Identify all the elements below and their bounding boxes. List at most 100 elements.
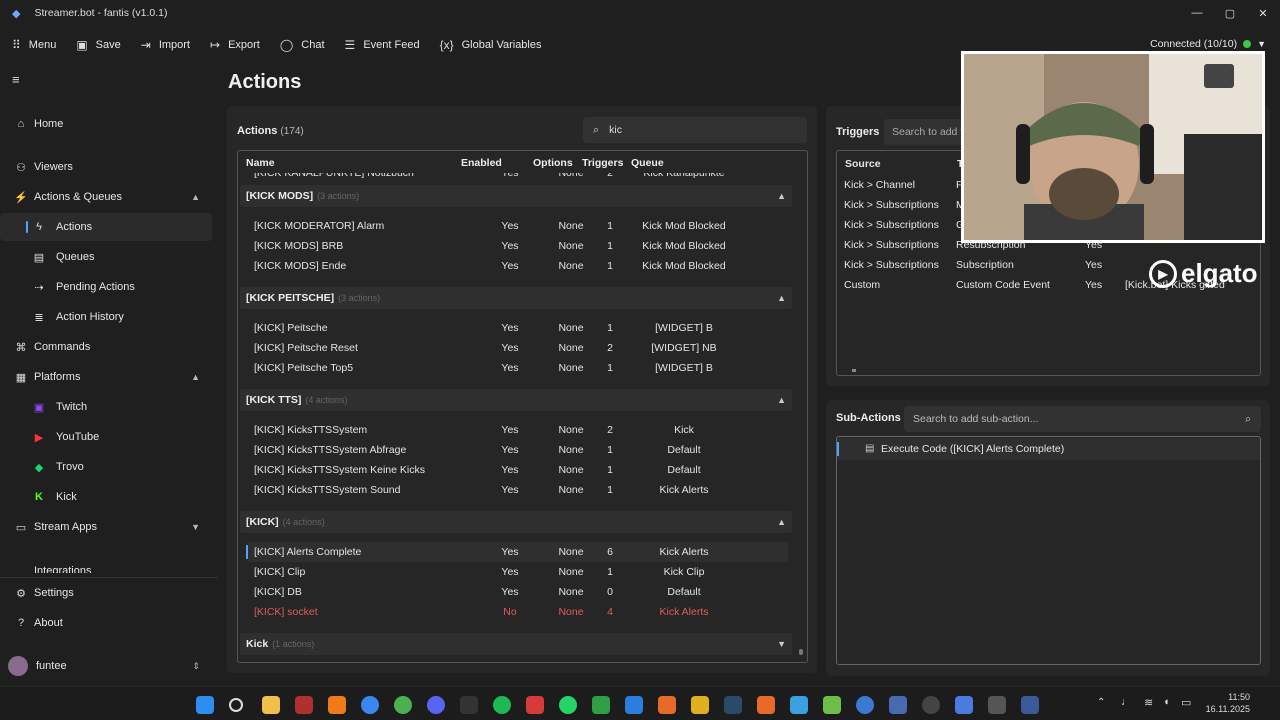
connection-status[interactable]: Connected (10/10) ▼ [1150, 38, 1266, 50]
column-header-queue[interactable]: Queue [631, 157, 664, 169]
sidebar-item-settings[interactable]: ⚙ Settings [0, 579, 212, 607]
close-button[interactable]: ✕ [1246, 0, 1280, 26]
chat-button[interactable]: ◯ Chat [270, 30, 335, 60]
start-icon[interactable] [196, 696, 214, 714]
app-icon[interactable] [757, 696, 775, 714]
vlc-icon[interactable] [328, 696, 346, 714]
app-icon[interactable] [526, 696, 544, 714]
triggers-search-input[interactable]: Search to add t [884, 119, 964, 145]
sidebar-item-actions[interactable]: ϟ Actions [0, 213, 212, 241]
table-row[interactable]: [KICK] DB Yes None 0 Default [248, 582, 788, 602]
subaction-item[interactable]: ▤ Execute Code ([KICK] Alerts Complete) [837, 438, 1260, 460]
user-menu[interactable]: funtee ⇕ [8, 655, 218, 677]
sidebar-item-trovo[interactable]: ◆ Trovo [0, 453, 212, 481]
sidebar-item-youtube[interactable]: ▶ YouTube [0, 423, 212, 451]
speaker-icon[interactable]: ◖ [1163, 696, 1170, 708]
table-row[interactable]: [KICK MODS] BRB Yes None 1 Kick Mod Blocked [248, 236, 788, 256]
chrome-alt-icon[interactable] [394, 696, 412, 714]
sidebar-item-platforms[interactable]: ▦ Platforms ▲ [0, 363, 212, 391]
microphone-icon[interactable]: ♩ [1121, 696, 1132, 708]
chevron-up-icon[interactable]: ▲ [777, 191, 786, 201]
sidebar-item-commands[interactable]: ⌘ Commands [0, 333, 212, 361]
table-row[interactable]: [KICK MODERATOR] Alarm Yes None 1 Kick Mod B… [248, 216, 788, 236]
sidebar-item-about[interactable]: ? About [0, 609, 212, 637]
group-header[interactable]: [KICK PEITSCHE] (3 actions) ▲ [240, 287, 792, 309]
streamerbot-icon[interactable] [955, 696, 973, 714]
sidebar-item-viewers[interactable]: ⚇ Viewers [0, 153, 212, 181]
minimize-button[interactable]: — [1180, 0, 1214, 26]
sidebar-item-action-history[interactable]: ≣ Action History [0, 303, 212, 331]
menu-button[interactable]: ⠿ Menu [0, 30, 66, 60]
whatsapp-icon[interactable] [559, 696, 577, 714]
app-icon[interactable] [889, 696, 907, 714]
sidebar-item-twitch[interactable]: ▣ Twitch [0, 393, 212, 421]
clock[interactable]: 11:50 16.11.2025 [1200, 691, 1250, 715]
group-header[interactable]: Kick (1 actions) ▼ [240, 633, 792, 655]
sidebar-item-pending-actions[interactable]: ⇢ Pending Actions [0, 273, 212, 301]
chevron-up-icon[interactable]: ⌃ [1097, 697, 1105, 708]
sidebar-item-kick[interactable]: K Kick [0, 483, 212, 511]
sidebar-item-home[interactable]: ⌂ Home [0, 110, 212, 138]
resize-handle-icon[interactable] [852, 369, 856, 372]
table-row[interactable]: [KICK] Alerts Complete Yes None 6 Kick Alert… [246, 542, 788, 562]
row-enabled: Yes [501, 220, 519, 232]
maximize-button[interactable]: ▢ [1213, 0, 1247, 26]
column-header-enabled[interactable]: Enabled [461, 157, 502, 169]
table-row[interactable]: [KICK] KicksTTSSystem Keine Kicks Yes None… [248, 460, 788, 480]
actions-search-input[interactable]: ⌕ kic [583, 117, 807, 143]
hamburger-icon[interactable]: ≡ [12, 72, 20, 87]
chevron-up-icon[interactable]: ▲ [777, 517, 786, 527]
obs-icon[interactable] [922, 696, 940, 714]
app-icon[interactable] [658, 696, 676, 714]
app-icon[interactable] [790, 696, 808, 714]
sidebar-item-integrations[interactable]: Integrations [0, 561, 212, 573]
chrome-icon[interactable] [361, 696, 379, 714]
sidebar-item-stream-apps[interactable]: ▭ Stream Apps ▼ [0, 513, 212, 541]
chevron-down-icon[interactable]: ▼ [777, 639, 786, 649]
column-header-triggers[interactable]: Triggers [582, 157, 623, 169]
group-header[interactable]: [KICK TTS] (4 actions) ▲ [240, 389, 792, 411]
app-icon[interactable] [592, 696, 610, 714]
app-icon[interactable] [988, 696, 1006, 714]
table-row[interactable]: [KICK] Peitsche Top5 Yes None 1 [WIDGET] B [248, 358, 788, 378]
scrollbar[interactable] [799, 649, 803, 655]
table-row[interactable]: [KICK] Clip Yes None 1 Kick Clip [248, 562, 788, 582]
table-row[interactable]: [KICK MODS] Ende Yes None 1 Kick Mod Blocked [248, 256, 788, 276]
table-row[interactable]: [KICK] KicksTTSSystem Abfrage Yes None 1 Def… [248, 440, 788, 460]
app-icon[interactable] [856, 696, 874, 714]
chevron-up-icon[interactable]: ▲ [777, 293, 786, 303]
group-header[interactable]: [KICK] (4 actions) ▲ [240, 511, 792, 533]
search-icon[interactable] [229, 698, 243, 712]
table-row[interactable]: [KICK] socket No None 4 Kick Alerts [248, 602, 788, 622]
import-button[interactable]: ⇥ Import [131, 30, 200, 60]
table-row[interactable]: [KICK KANALPUNKTE] Notizbuch Yes None 2 Kick… [248, 173, 788, 183]
discord-icon[interactable] [427, 696, 445, 714]
column-header-name[interactable]: Name [246, 157, 275, 169]
app-icon[interactable] [823, 696, 841, 714]
filezilla-icon[interactable] [295, 696, 313, 714]
save-button[interactable]: ▣ Save [66, 30, 130, 60]
table-row[interactable]: [KICK] Peitsche Reset Yes None 2 [WIDGET] NB [248, 338, 788, 358]
sidebar-item-actions-queues[interactable]: ⚡ Actions & Queues ▲ [0, 183, 212, 211]
export-button[interactable]: ↦ Export [200, 30, 270, 60]
steam-icon[interactable] [724, 696, 742, 714]
column-header-source[interactable]: Source [845, 158, 881, 170]
global-variables-button[interactable]: {x} Global Variables [430, 30, 552, 60]
subactions-search-input[interactable]: Search to add sub-action... ⌕ [904, 406, 1261, 432]
epic-icon[interactable] [460, 696, 478, 714]
wifi-icon[interactable]: ≋ [1144, 696, 1153, 709]
app-icon[interactable] [691, 696, 709, 714]
vscode-icon[interactable] [625, 696, 643, 714]
column-header-options[interactable]: Options [533, 157, 573, 169]
table-row[interactable]: [KICK] KicksTTSSystem Sound Yes None 1 Kick … [248, 480, 788, 500]
group-header[interactable]: [KICK MODS] (3 actions) ▲ [240, 185, 792, 207]
spotify-icon[interactable] [493, 696, 511, 714]
chevron-up-icon[interactable]: ▲ [777, 395, 786, 405]
event-feed-button[interactable]: ☰ Event Feed [335, 30, 430, 60]
app-icon[interactable] [1021, 696, 1039, 714]
table-row[interactable]: [KICK] KicksTTSSystem Yes None 2 Kick [248, 420, 788, 440]
sidebar-item-queues[interactable]: ▤ Queues [0, 243, 212, 271]
folder-icon[interactable] [262, 696, 280, 714]
table-row[interactable]: [KICK] Peitsche Yes None 1 [WIDGET] B [248, 318, 788, 338]
battery-icon[interactable]: ▭ [1181, 696, 1191, 709]
